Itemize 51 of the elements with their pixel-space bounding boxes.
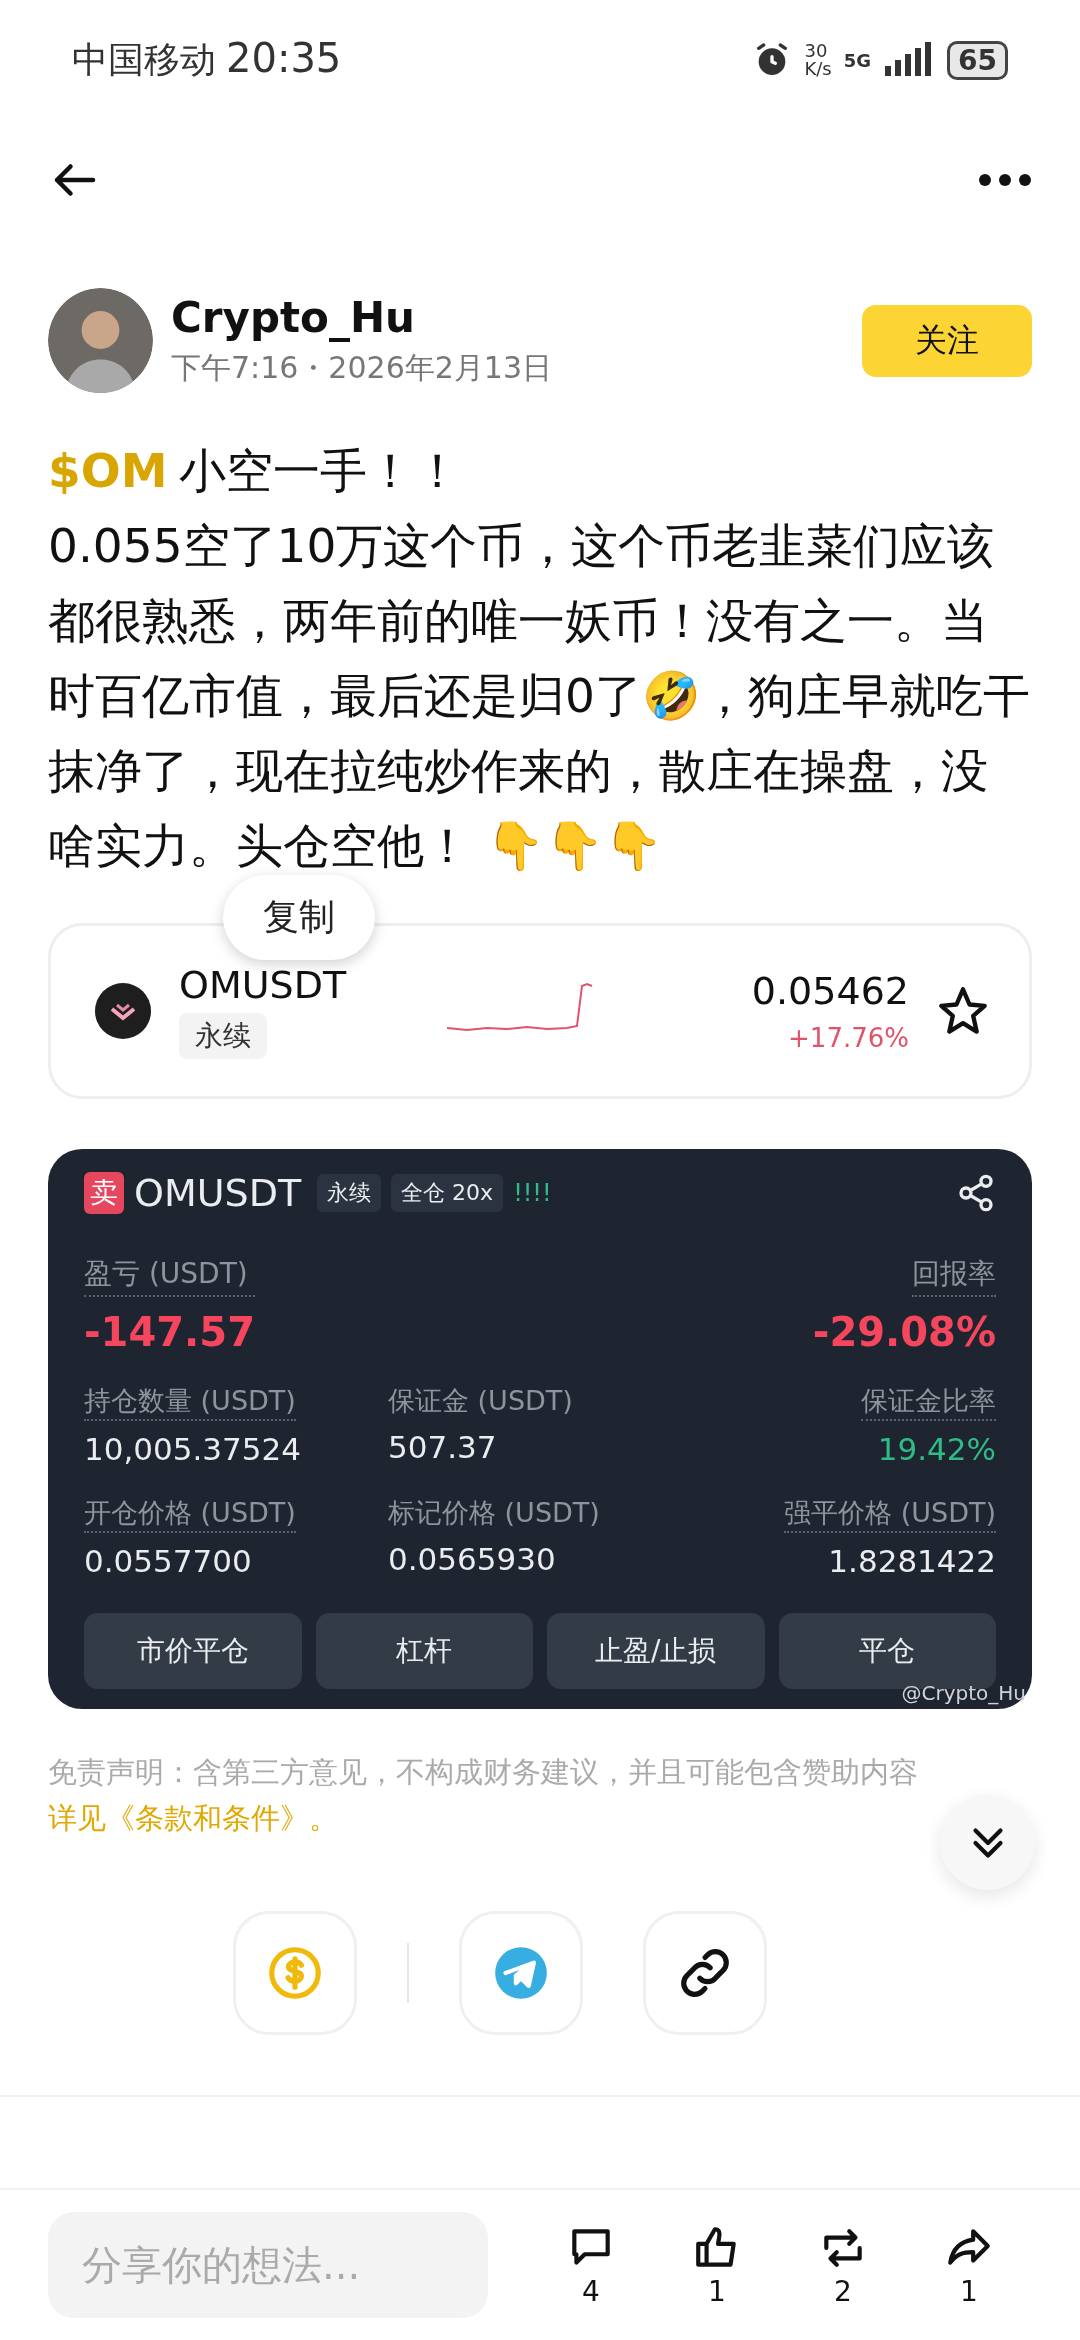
stat-label: 持仓数量 (USDT) (84, 1383, 296, 1421)
symbol: OMUSDT (179, 963, 348, 1007)
position-tag: 永续 (317, 1174, 382, 1212)
contract-tag: 永续 (179, 1013, 267, 1059)
roe-label: 回报率 (912, 1255, 996, 1297)
more-icon[interactable] (978, 173, 1032, 187)
coin-icon (95, 983, 151, 1039)
roe-value: -29.08% (812, 1309, 996, 1355)
repost-button[interactable]: 2 (812, 2221, 874, 2309)
comment-button[interactable]: 4 (560, 2221, 622, 2309)
like-button[interactable]: 1 (686, 2221, 748, 2309)
share-icon (956, 1173, 996, 1213)
comment-field[interactable]: 分享你的想法... (48, 2212, 488, 2318)
disclaimer: 免责声明：含第三方意见，不构成财务建议，并且可能包含赞助内容 详见《条款和条件》。 (0, 1709, 976, 1841)
stat-value: 0.0565930 (388, 1541, 556, 1577)
pnl-value: -147.57 (84, 1309, 255, 1355)
action-button[interactable]: 止盈/止损 (547, 1613, 765, 1689)
battery-level: 65 (947, 40, 1008, 80)
carrier-name: 中国移动 (72, 38, 216, 82)
avatar[interactable] (48, 288, 153, 393)
stat-label: 保证金比率 (861, 1383, 996, 1421)
post-text: 0.055空了10万这个币，这个币老韭菜们应该都很熟悉，两年前的唯一妖币！没有之一。当时百亿市值，最后还是归0了🤣，狗庄早就吃干抹净了，现在拉纯炒作来的，散庄在操盘，没啥实力。头仓空他！ 👇👇👇 (48, 517, 1031, 875)
link-button[interactable] (643, 1911, 767, 2035)
stat-label: 强平价格 (USDT) (784, 1495, 996, 1533)
price-change: +17.76% (788, 1023, 909, 1053)
stat-value: 507.37 (388, 1429, 497, 1465)
follow-button[interactable]: 关注 (862, 304, 1032, 377)
stat-value: 1.8281422 (828, 1543, 996, 1579)
stat-label: 保证金 (USDT) (388, 1384, 573, 1418)
post-title: $OM 小空一手！！ (48, 442, 463, 500)
price: 0.05462 (751, 969, 909, 1013)
stat-label: 标记价格 (USDT) (388, 1496, 600, 1530)
post-time: 下午7:16・2026年2月13日 (171, 348, 553, 387)
pnl-label: 盈亏 (USDT) (84, 1255, 255, 1297)
copy-popup[interactable]: 复制 (223, 875, 375, 960)
position-symbol: OMUSDT (134, 1171, 302, 1215)
stat-value: 10,005.37524 (84, 1431, 301, 1467)
network-speed: 30 K/s (804, 42, 832, 78)
network-type: 5G (843, 49, 872, 71)
leverage-marks: !!!! (513, 1179, 553, 1207)
stat-value: 0.0557700 (84, 1543, 252, 1579)
share-button[interactable]: 1 (938, 2221, 1000, 2309)
author-name[interactable]: Crypto_Hu (171, 292, 844, 342)
stat-value: 19.42% (877, 1431, 996, 1467)
action-button[interactable]: 杠杆 (315, 1613, 533, 1689)
action-button[interactable]: 市价平仓 (84, 1613, 302, 1689)
star-icon[interactable] (937, 985, 989, 1037)
sell-badge: 卖 (84, 1172, 124, 1214)
stat-label: 开仓价格 (USDT) (84, 1495, 296, 1533)
position-tag: 全仓 20x (391, 1174, 504, 1212)
clock-time: 20:35 (226, 35, 342, 81)
